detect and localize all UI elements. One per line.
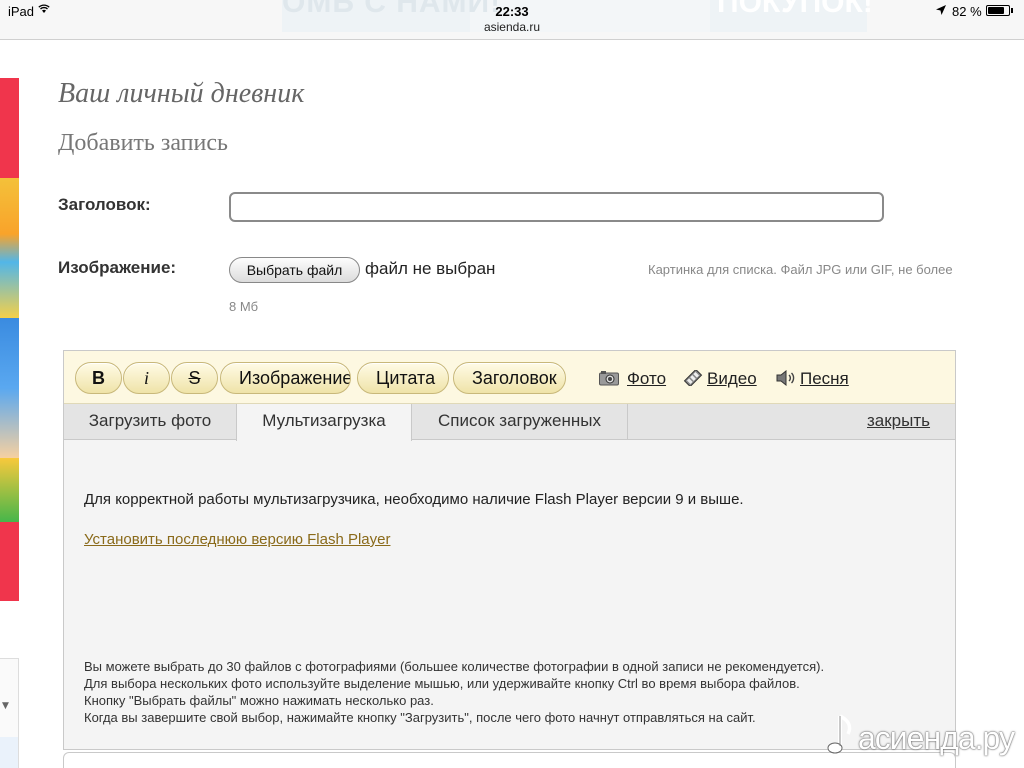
- battery-tip: [1011, 8, 1013, 13]
- side-widget-highlight: [0, 737, 18, 768]
- music-note-icon: [827, 714, 852, 754]
- help-line: Кнопку "Выбрать файлы" можно нажимать не…: [84, 693, 434, 708]
- text-editor-area[interactable]: [63, 752, 956, 768]
- side-banner[interactable]: [0, 78, 19, 601]
- location-arrow-icon: [936, 5, 946, 15]
- file-hint-size: 8 Мб: [229, 299, 259, 314]
- battery-level: [988, 7, 1004, 14]
- battery-percent: 82 %: [952, 4, 982, 19]
- side-banner-image: [0, 318, 19, 458]
- dropdown-arrow-icon: ▼: [2, 701, 9, 711]
- install-flash-link[interactable]: Установить последнюю версию Flash Player: [84, 531, 390, 548]
- quote-button[interactable]: Цитата: [357, 362, 449, 394]
- watermark-text: асиенда.ру: [858, 720, 1015, 756]
- address-bar[interactable]: asienda.ru: [0, 20, 1024, 34]
- side-banner-image: [0, 458, 19, 522]
- side-widget[interactable]: ▼: [0, 658, 19, 768]
- file-status: файл не выбран: [365, 259, 496, 278]
- editor-toolbar: B i S Изображение Цитата Заголовок Фото …: [64, 351, 955, 404]
- page-title: Ваш личный дневник: [58, 78, 305, 109]
- film-icon: [683, 370, 703, 386]
- flash-required-message: Для корректной работы мультизагрузчика, …: [84, 491, 744, 508]
- battery-icon: [986, 5, 1010, 16]
- side-banner-image: [0, 178, 19, 318]
- help-line: Вы можете выбрать до 30 файлов с фотогра…: [84, 659, 825, 674]
- status-bar: ОМЬ С НАМИ! ПОКУПОК! iPad 22:33 asienda.…: [0, 0, 1024, 40]
- choose-file-button[interactable]: Выбрать файл: [229, 257, 360, 283]
- close-link[interactable]: закрыть: [867, 404, 930, 438]
- tab-upload-photo[interactable]: Загрузить фото: [64, 404, 237, 440]
- strikethrough-button[interactable]: S: [171, 362, 218, 394]
- photo-link[interactable]: Фото: [627, 369, 666, 389]
- title-label: Заголовок:: [58, 195, 151, 214]
- clock: 22:33: [495, 4, 529, 19]
- camera-icon: [599, 371, 619, 386]
- title-input[interactable]: [229, 192, 884, 222]
- speaker-icon: [776, 370, 795, 386]
- heading-button[interactable]: Заголовок: [453, 362, 566, 394]
- editor-panel: B i S Изображение Цитата Заголовок Фото …: [63, 350, 956, 750]
- file-hint: Картинка для списка. Файл JPG или GIF, н…: [648, 262, 953, 277]
- section-title: Добавить запись: [58, 130, 228, 156]
- insert-image-button[interactable]: Изображение: [220, 362, 351, 394]
- song-link[interactable]: Песня: [800, 369, 849, 389]
- upload-help: Вы можете выбрать до 30 файлов с фотогра…: [84, 658, 824, 726]
- bold-button[interactable]: B: [75, 362, 122, 394]
- italic-button[interactable]: i: [123, 362, 170, 394]
- image-label: Изображение:: [58, 258, 177, 277]
- video-link[interactable]: Видео: [707, 369, 757, 389]
- tab-uploaded-list[interactable]: Список загруженных: [412, 404, 628, 440]
- tab-multi-upload[interactable]: Мультизагрузка: [236, 404, 412, 441]
- help-line: Для выбора нескольких фото используйте в…: [84, 676, 800, 691]
- upload-tabs: Загрузить фото Мультизагрузка Список заг…: [64, 404, 955, 441]
- help-line: Когда вы завершите свой выбор, нажимайте…: [84, 710, 756, 725]
